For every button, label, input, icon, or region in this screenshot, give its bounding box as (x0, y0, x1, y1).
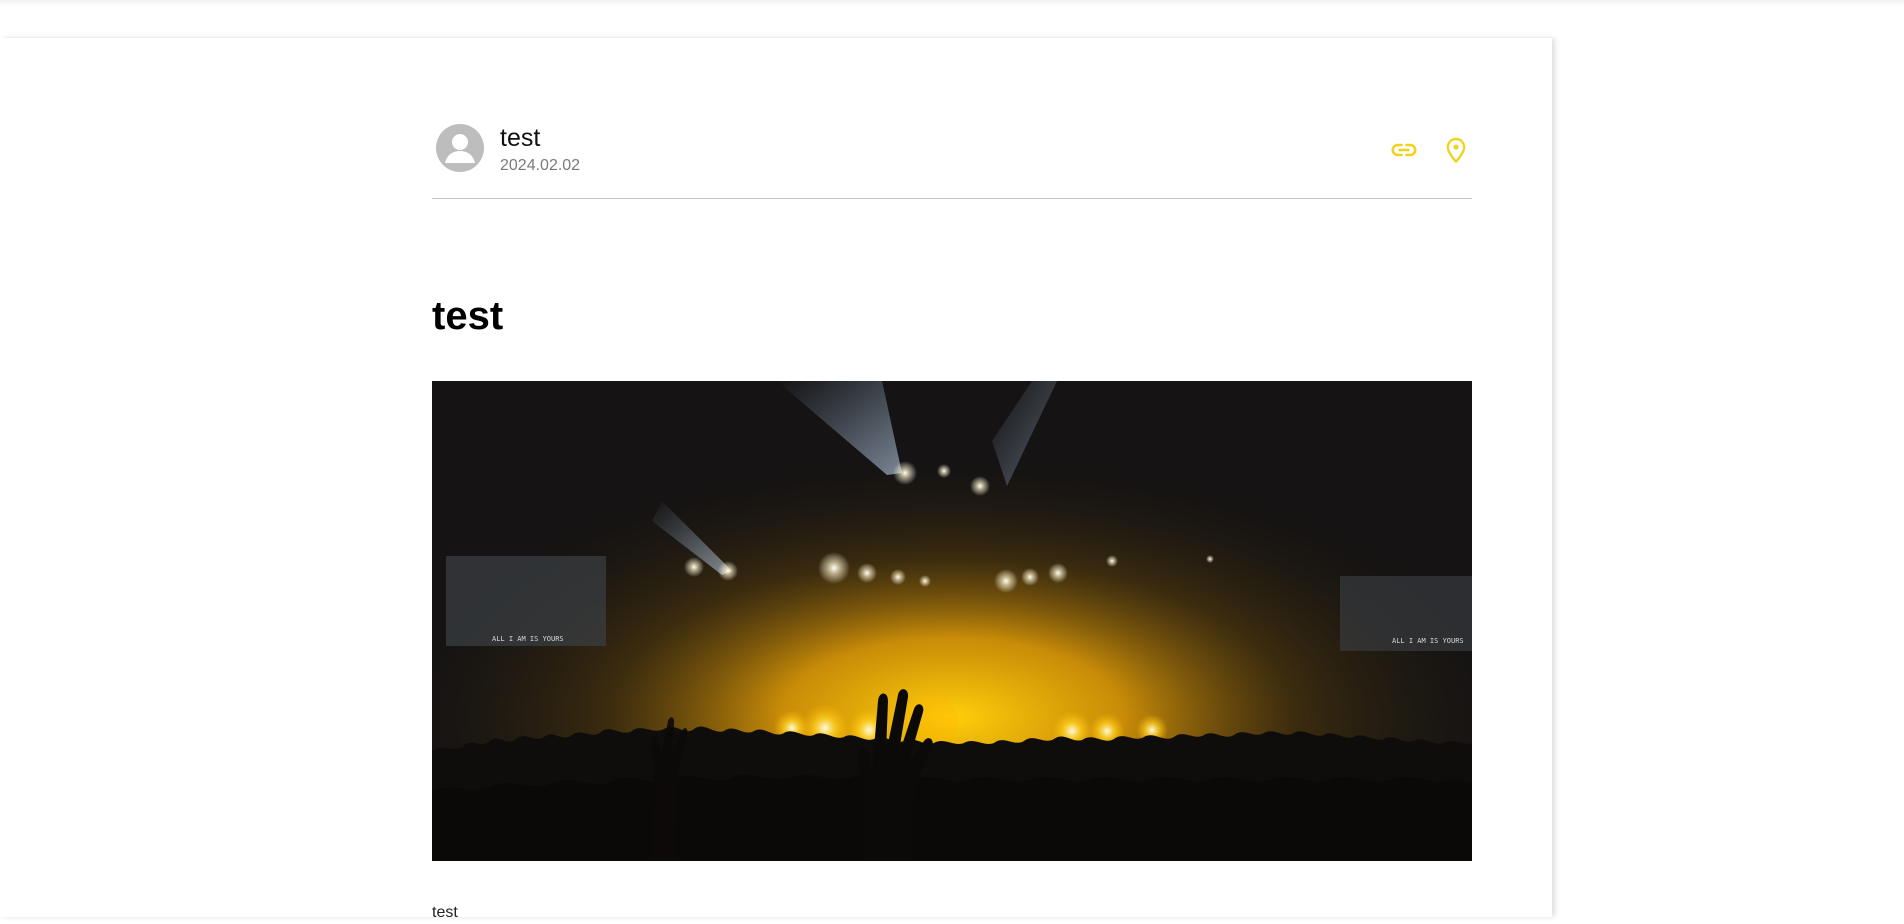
post-header (432, 122, 1472, 199)
location-button[interactable] (1440, 134, 1472, 166)
concert-photo: ALL I AM IS YOURS ALL I AM IS YOURS (432, 381, 1472, 861)
map-pin-icon (1446, 137, 1466, 163)
copy-link-button[interactable] (1388, 134, 1420, 166)
author-name[interactable]: test (500, 122, 540, 154)
post-image: ALL I AM IS YOURS ALL I AM IS YOURS (432, 381, 1472, 861)
avatar[interactable] (436, 124, 484, 172)
post-date: 2024.02.02 (500, 157, 581, 174)
user-icon (445, 134, 475, 163)
stage-text-left: ALL I AM IS YOURS (492, 635, 564, 643)
stage-text-right: ALL I AM IS YOURS (1392, 637, 1464, 645)
post-body: test (432, 904, 458, 921)
link-icon (1391, 143, 1417, 157)
top-bar (0, 0, 1904, 6)
post-page: test 2024.02.02 test ALL I AM IS YOURS A… (0, 38, 1552, 921)
post-title: test (432, 294, 504, 338)
